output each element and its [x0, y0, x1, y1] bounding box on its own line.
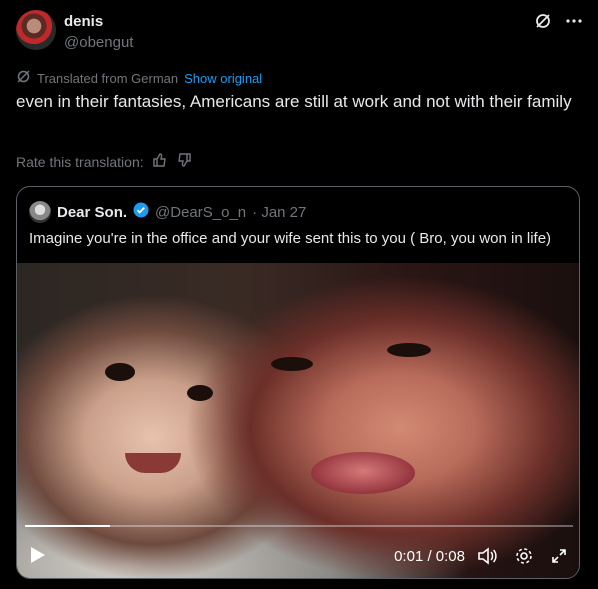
more-icon[interactable] — [566, 12, 582, 35]
rate-label: Rate this translation: — [16, 153, 144, 170]
translation-row: Translated from German Show original — [16, 69, 262, 87]
author-handle[interactable]: @obengut — [64, 34, 133, 51]
thumbs-down-icon[interactable] — [176, 152, 192, 171]
rate-translation-row: Rate this translation: — [16, 152, 192, 171]
quote-header: Dear Son. @DearS_o_n · Jan 27 — [29, 201, 306, 223]
fullscreen-icon[interactable] — [551, 548, 567, 569]
author-avatar[interactable] — [16, 10, 56, 50]
video-controls — [477, 547, 567, 570]
tweet-text: even in their fantasies, Americans are s… — [16, 92, 572, 111]
translate-icon — [16, 69, 31, 87]
top-actions — [534, 12, 582, 35]
quoted-tweet[interactable]: Dear Son. @DearS_o_n · Jan 27 Imagine yo… — [16, 186, 580, 579]
woman-right-eye — [387, 343, 431, 357]
video-time: 0:01 / 0:08 — [394, 548, 465, 565]
baby-mouth — [125, 453, 181, 473]
baby-left-eye — [105, 363, 135, 381]
quote-avatar[interactable] — [29, 201, 51, 223]
volume-icon[interactable] — [477, 547, 497, 570]
show-original-link[interactable]: Show original — [184, 71, 262, 86]
play-icon[interactable] — [29, 545, 47, 570]
verified-icon — [133, 202, 149, 222]
baby-right-eye — [187, 385, 213, 401]
woman-left-eye — [271, 357, 313, 371]
author-name[interactable]: denis — [64, 13, 103, 30]
video-progress-fill — [25, 525, 110, 527]
video-player[interactable]: 0:01 / 0:08 — [17, 263, 579, 578]
quote-author-handle[interactable]: @DearS_o_n — [155, 204, 246, 221]
grok-icon[interactable] — [534, 12, 552, 35]
quote-text: Imagine you're in the office and your wi… — [29, 230, 552, 247]
quote-author-name[interactable]: Dear Son. — [57, 204, 127, 221]
quote-date[interactable]: · Jan 27 — [252, 204, 306, 221]
settings-icon[interactable] — [515, 547, 533, 570]
woman-lips — [311, 452, 415, 494]
thumbs-up-icon[interactable] — [152, 152, 168, 171]
translated-label: Translated from German — [37, 70, 179, 86]
